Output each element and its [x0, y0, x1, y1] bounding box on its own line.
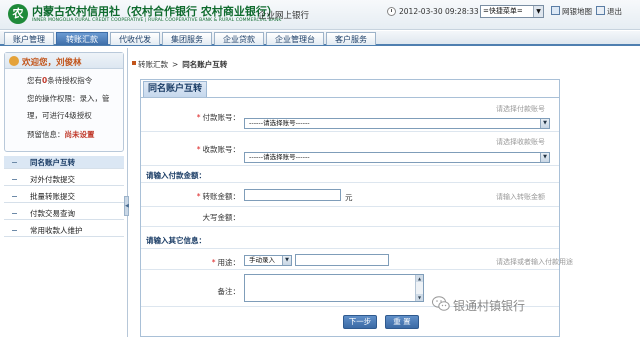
chevron-down-icon: ▼ [533, 6, 543, 17]
row-divider [141, 182, 559, 183]
payee-account-value: ------请选择账号------ [249, 153, 310, 161]
permission-line-1: 您的操作权限：录入，管 [27, 94, 110, 103]
tab-collection-payment[interactable]: 代收代发 [110, 32, 160, 45]
scroll-down-icon[interactable]: ▼ [416, 294, 423, 301]
sidebar-item-external-payment[interactable]: 对外付款提交 [4, 173, 124, 186]
purpose-label-text: 用途： [217, 258, 241, 267]
required-mark: * [211, 258, 216, 267]
reset-button[interactable]: 重 置 [385, 315, 419, 329]
breadcrumb-separator: > [172, 60, 179, 69]
reserved-label: 预留信息： [27, 130, 65, 139]
welcome-box: 欢迎您，刘俊林 您有0条待授权指令 您的操作权限：录入，管 理，可进行4级授权 … [4, 52, 124, 152]
sitemap-icon[interactable] [551, 6, 560, 15]
amount-label: * 转账金额： [188, 191, 240, 202]
remark-textarea[interactable]: ▲ ▼ [244, 274, 424, 302]
bank-subtitle: INNER MONGOLIA RURAL CREDIT COOPERATIVE … [32, 18, 282, 23]
breadcrumb-parent[interactable]: 转账汇款 [138, 60, 168, 69]
tab-enterprise-console[interactable]: 企业管理台 [266, 32, 324, 45]
clock-icon [387, 7, 396, 16]
pending-suffix: 条待授权指令 [47, 76, 93, 85]
panel-title-rule [140, 97, 560, 98]
tab-customer-service[interactable]: 客户服务 [326, 32, 376, 45]
reserved-info: 预留信息：尚未设置 [27, 129, 95, 140]
tab-corporate-loan[interactable]: 企业贷款 [214, 32, 264, 45]
remark-scrollbar[interactable]: ▲ ▼ [415, 275, 423, 301]
amount-input[interactable] [244, 189, 341, 201]
chevron-down-icon: ▼ [282, 256, 291, 265]
sidebar-collapse-handle[interactable]: ◀ [124, 196, 129, 216]
quick-menu-select[interactable]: =快捷菜单= ▼ [480, 5, 544, 18]
payee-label: * 收款账号： [188, 144, 240, 155]
header-bar: 农 内蒙古农村信用社（农村合作银行 农村商业银行） INNER MONGOLIA… [0, 0, 640, 30]
panel-title: 同名账户互转 [143, 81, 207, 97]
sidebar-item-payment-query[interactable]: 付款交易查询 [4, 207, 124, 220]
payer-label-text: 付款账号： [202, 113, 241, 122]
sidebar-item-same-name-transfer[interactable]: 同名账户互转 [4, 156, 124, 169]
payer-label: * 付款账号： [188, 112, 240, 123]
amount-hint: 请输入转账金额 [496, 193, 545, 201]
pending-prefix: 您有 [27, 76, 42, 85]
row-divider [141, 226, 559, 227]
amount-unit: 元 [345, 193, 353, 202]
reserved-value[interactable]: 尚未设置 [65, 130, 95, 139]
pending-info: 您有0条待授权指令 [27, 75, 92, 86]
next-button[interactable]: 下一步 [343, 315, 377, 329]
exit-link[interactable]: 退出 [607, 6, 622, 17]
service-name: 企业网上银行 [258, 11, 310, 21]
permission-line-2: 理，可进行4级授权 [27, 111, 92, 120]
required-mark: * [196, 113, 201, 122]
tab-account-management[interactable]: 账户管理 [4, 32, 54, 45]
payer-hint: 请选择付款账号 [496, 105, 545, 113]
bank-title: 内蒙古农村信用社（农村合作银行 农村商业银行） [32, 5, 278, 18]
purpose-mode-select[interactable]: 手动录入 ▼ [244, 255, 292, 266]
chevron-down-icon: ▼ [540, 119, 549, 128]
wechat-icon [432, 296, 450, 311]
row-divider [141, 165, 559, 166]
purpose-input[interactable] [295, 254, 389, 266]
datetime: 2012-03-30 09:28:33 [399, 7, 479, 16]
bank-logo-icon: 农 [8, 4, 28, 24]
other-info-section-title: 请输入其它信息： [146, 236, 206, 245]
welcome-text: 欢迎您，刘俊林 [22, 58, 82, 68]
purpose-hint: 请选择或者输入付款用途 [496, 258, 573, 266]
payer-account-select[interactable]: ------请选择账号------ ▼ [244, 118, 550, 129]
payee-label-text: 收款账号： [202, 145, 241, 154]
amount-label-text: 转账金额： [202, 192, 241, 201]
required-mark: * [196, 145, 201, 154]
welcome-header: 欢迎您，刘俊林 [5, 53, 123, 69]
row-divider [141, 269, 559, 270]
breadcrumb-bullet-icon [132, 61, 136, 65]
main-nav: 账户管理 转账汇款 代收代发 集团服务 企业贷款 企业管理台 客户服务 [0, 31, 640, 46]
row-divider [141, 206, 559, 207]
watermark-text: 银通村镇银行 [453, 299, 526, 313]
payer-account-value: ------请选择账号------ [249, 119, 310, 127]
purpose-mode-value: 手动录入 [249, 256, 275, 264]
breadcrumb: 转账汇款 > 同名账户互转 [138, 59, 227, 70]
row-divider [141, 131, 559, 132]
sidebar: 欢迎您，刘俊林 您有0条待授权指令 您的操作权限：录入，管 理，可进行4级授权 … [0, 48, 128, 337]
remark-label: 备注： [217, 287, 241, 296]
row-divider [141, 248, 559, 249]
tab-group-service[interactable]: 集团服务 [162, 32, 212, 45]
purpose-label: * 用途： [188, 257, 240, 268]
quick-menu-value: =快捷菜单= [483, 7, 523, 15]
chevron-down-icon: ▼ [540, 153, 549, 162]
uppercase-amount-label: 大写金额： [202, 213, 241, 222]
scroll-up-icon[interactable]: ▲ [416, 275, 423, 282]
sidebar-item-batch-transfer[interactable]: 批量转账提交 [4, 190, 124, 203]
sidebar-item-payee-maintenance[interactable]: 常用收款人维护 [4, 224, 124, 237]
required-mark: * [196, 192, 201, 201]
payee-account-select[interactable]: ------请选择账号------ ▼ [244, 152, 550, 163]
sitemap-link[interactable]: 网银地图 [562, 6, 592, 17]
amount-section-title: 请输入付款金额： [146, 171, 206, 180]
user-icon [9, 56, 19, 66]
payee-hint: 请选择收款账号 [496, 138, 545, 146]
tab-transfer[interactable]: 转账汇款 [56, 32, 108, 45]
exit-icon[interactable] [596, 6, 605, 15]
breadcrumb-current: 同名账户互转 [182, 60, 228, 69]
